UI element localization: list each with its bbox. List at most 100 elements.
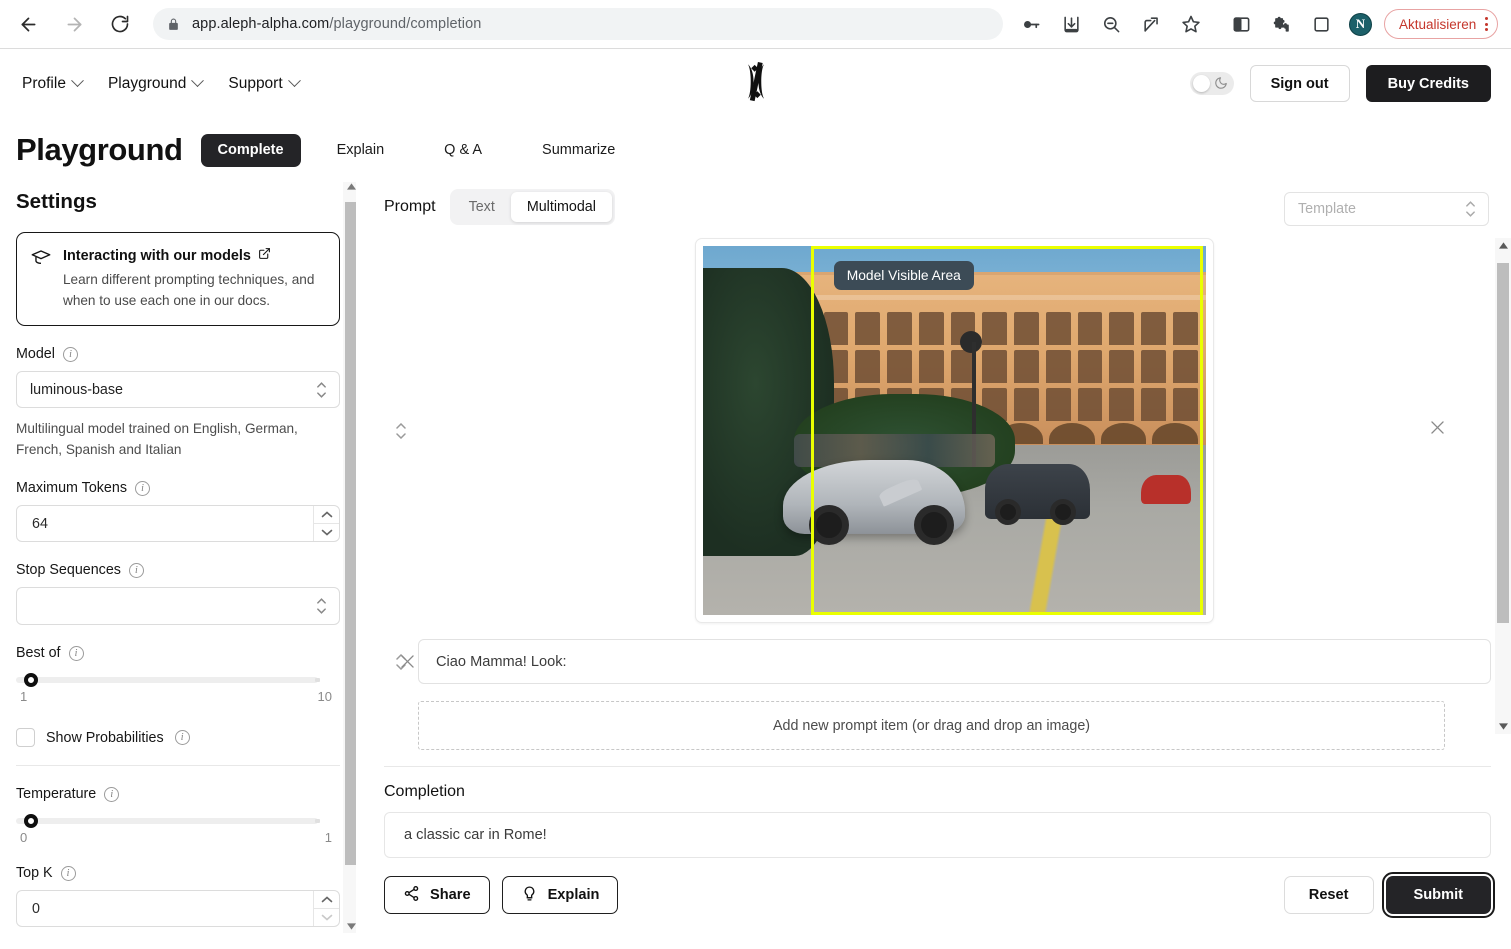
photo-black-van — [984, 463, 1091, 525]
stepper-down-icon[interactable] — [314, 908, 339, 926]
prompt-scrollbar[interactable] — [1495, 238, 1511, 734]
share-button[interactable]: Share — [384, 876, 490, 914]
prompt-items: Model Visible Area Ciao Mamma! Look: Add… — [384, 238, 1491, 750]
scroll-up-arrow-icon[interactable] — [1495, 242, 1511, 249]
nav-item-support[interactable]: Support — [228, 74, 301, 93]
sidebar-scrollbar[interactable] — [343, 182, 356, 933]
prompt-text-input[interactable]: Ciao Mamma! Look: — [418, 639, 1491, 684]
top-k-input[interactable]: 0 — [16, 890, 340, 928]
tab-summarize[interactable]: Summarize — [530, 134, 627, 167]
buy-credits-button[interactable]: Buy Credits — [1365, 65, 1491, 102]
chrome-menu-icon[interactable] — [1485, 17, 1489, 31]
lock-icon — [167, 18, 180, 31]
info-icon[interactable]: i — [174, 730, 190, 746]
slider-track — [16, 818, 320, 825]
info-icon[interactable]: i — [60, 865, 76, 881]
slider-knob[interactable] — [24, 814, 38, 829]
zoom-out-icon[interactable] — [1097, 10, 1125, 38]
template-placeholder: Template — [1298, 201, 1357, 217]
add-prompt-item-dropzone[interactable]: Add new prompt item (or drag and drop an… — [418, 701, 1445, 750]
best-of-min-label: 1 — [20, 689, 28, 705]
tab-complete[interactable]: Complete — [200, 133, 301, 167]
update-button[interactable]: Aktualisieren — [1384, 9, 1499, 39]
prompt-scroll-thumb[interactable] — [1497, 263, 1509, 623]
show-probabilities-checkbox[interactable] — [16, 728, 35, 748]
settings-heading: Settings — [16, 190, 97, 213]
max-tokens-input[interactable]: 64 — [16, 505, 340, 543]
photo-lamp-head — [959, 330, 982, 353]
info-card[interactable]: Interacting with our models Learn differ… — [16, 232, 340, 327]
extensions-puzzle-icon[interactable] — [1267, 10, 1295, 38]
slider-knob[interactable] — [24, 673, 38, 688]
main-navigation: Profile Playground Support — [0, 74, 301, 93]
reorder-handle-image[interactable] — [384, 422, 418, 439]
nav-item-label: Support — [228, 74, 283, 92]
prompt-mode-multimodal[interactable]: Multimodal — [510, 192, 612, 222]
show-probabilities-row[interactable]: Show Probabilities i — [16, 728, 340, 748]
info-icon[interactable]: i — [104, 786, 120, 802]
info-icon[interactable]: i — [134, 480, 150, 496]
top-k-label-row: Top K i — [16, 865, 340, 881]
sidebar-scroll-thumb[interactable] — [345, 202, 356, 865]
side-panel-icon[interactable] — [1227, 10, 1255, 38]
best-of-label: Best of — [16, 645, 61, 662]
bookmark-star-icon[interactable] — [1177, 10, 1205, 38]
best-of-label-row: Best of i — [16, 645, 340, 661]
forward-arrow-icon[interactable] — [59, 9, 89, 39]
slider-track — [16, 677, 320, 684]
max-tokens-field: Maximum Tokens i 64 — [16, 480, 340, 543]
chevron-updown-icon — [316, 598, 327, 615]
nav-item-profile[interactable]: Profile — [22, 74, 84, 93]
info-card-title-text: Interacting with our models — [63, 247, 251, 264]
app-header: Profile Playground Support Sign out Buy … — [0, 49, 1511, 118]
stop-sequences-label-row: Stop Sequences i — [16, 562, 340, 578]
sign-out-button[interactable]: Sign out — [1249, 65, 1350, 102]
stepper-up-icon[interactable] — [314, 506, 339, 523]
reset-button[interactable]: Reset — [1283, 876, 1374, 914]
photo-red-car — [1140, 474, 1191, 505]
prompt-label: Prompt — [384, 198, 436, 215]
info-icon[interactable]: i — [128, 562, 144, 578]
reading-list-icon[interactable] — [1307, 10, 1335, 38]
scroll-down-arrow-icon[interactable] — [1495, 723, 1511, 730]
back-arrow-icon[interactable] — [13, 9, 43, 39]
aleph-alpha-logo[interactable] — [729, 54, 783, 113]
stepper-up-icon[interactable] — [314, 891, 339, 908]
prompt-mode-text[interactable]: Text — [453, 192, 511, 222]
info-card-title: Interacting with our models — [63, 247, 325, 264]
key-icon[interactable] — [1017, 10, 1045, 38]
download-icon[interactable] — [1057, 10, 1085, 38]
temperature-slider[interactable]: 0 1 — [16, 811, 340, 845]
max-tokens-label: Maximum Tokens — [16, 480, 127, 497]
stop-sequences-field: Stop Sequences i — [16, 562, 340, 626]
stop-sequences-select[interactable] — [16, 587, 340, 626]
dark-mode-toggle[interactable] — [1189, 72, 1234, 95]
chevron-updown-icon — [316, 381, 327, 398]
nav-item-playground[interactable]: Playground — [108, 74, 205, 93]
profile-avatar[interactable]: N — [1349, 12, 1372, 36]
top-k-value: 0 — [32, 900, 40, 917]
address-bar[interactable]: app.aleph-alpha.com/playground/completio… — [153, 8, 1003, 40]
info-icon[interactable]: i — [62, 346, 78, 362]
submit-button[interactable]: Submit — [1381, 872, 1496, 918]
scroll-up-arrow-icon[interactable] — [343, 183, 356, 190]
photo-van-wheel — [995, 498, 1022, 525]
model-select[interactable]: luminous-base — [16, 371, 340, 409]
scroll-down-arrow-icon[interactable] — [343, 923, 356, 930]
remove-text-item-button[interactable] — [384, 652, 430, 671]
best-of-slider[interactable]: 1 10 — [16, 670, 340, 704]
stepper-down-icon[interactable] — [314, 523, 339, 541]
remove-image-item-button[interactable] — [1428, 418, 1447, 437]
tab-explain[interactable]: Explain — [325, 134, 397, 167]
tab-qa[interactable]: Q & A — [432, 134, 494, 167]
template-select[interactable]: Template — [1284, 192, 1489, 226]
external-link-icon[interactable] — [258, 247, 271, 264]
share-icon[interactable] — [1137, 10, 1165, 38]
prompt-image-card[interactable]: Model Visible Area — [695, 238, 1214, 623]
explain-button[interactable]: Explain — [501, 876, 619, 914]
reload-icon[interactable] — [105, 9, 135, 39]
update-button-label: Aktualisieren — [1399, 16, 1477, 32]
model-label-row: Model i — [16, 346, 340, 362]
top-k-field: Top K i 0 — [16, 865, 340, 928]
info-icon[interactable]: i — [68, 645, 84, 661]
